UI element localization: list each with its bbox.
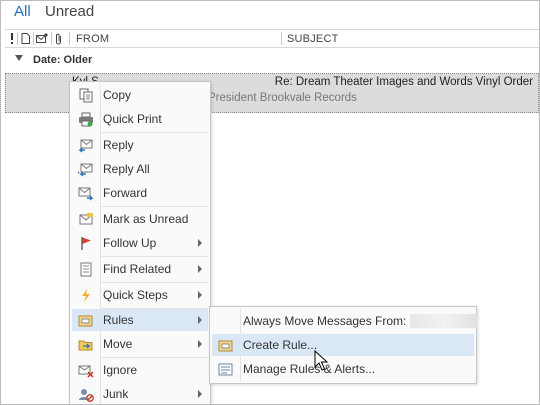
group-header[interactable]: Date: Older [5,51,539,71]
menu-item-move[interactable]: Move [72,333,208,355]
chevron-right-icon [198,340,202,348]
move-folder-icon [77,336,95,352]
menu-item-follow-up[interactable]: Follow Up [72,232,208,254]
chevron-right-icon [198,390,202,398]
collapse-triangle-icon[interactable] [15,55,23,61]
ignore-icon [77,362,95,378]
create-rule-icon [217,337,235,353]
menu-item-forward[interactable]: Forward [72,182,208,204]
tab-unread[interactable]: Unread [45,3,94,20]
item-type-column-icon[interactable] [20,32,30,45]
flag-icon [77,235,95,251]
menu-item-reply[interactable]: Reply [72,134,208,156]
menu-item-create-rule[interactable]: Create Rule... [212,334,474,356]
menu-item-reply-all[interactable]: Reply All [72,158,208,180]
junk-icon [77,386,95,402]
manage-rules-icon [217,361,235,377]
menu-item-quick-print[interactable]: Quick Print [72,108,208,130]
menu-item-manage-rules[interactable]: Manage Rules & Alerts... [212,358,474,380]
email-subject: Re: Dream Theater Images and Words Vinyl… [274,76,533,88]
redacted-sender [410,314,479,328]
column-subject[interactable]: SUBJECT [287,33,339,45]
menu-item-rules[interactable]: Rules [72,309,208,331]
menu-item-always-move[interactable]: Always Move Messages From: [212,310,479,332]
column-header: FROM SUBJECT [5,29,539,48]
reply-all-icon [77,161,95,177]
printer-icon [77,111,95,127]
filter-bar: All Unread [1,1,539,27]
chevron-right-icon [198,316,202,324]
lightning-icon [77,287,95,303]
menu-item-find-related[interactable]: Find Related [72,258,208,280]
copy-icon [77,87,95,103]
chevron-right-icon [198,291,202,299]
forward-icon [77,185,95,201]
importance-column-icon[interactable] [9,32,15,45]
menu-item-mark-unread[interactable]: Mark as Unread [72,208,208,230]
attachment-column-icon[interactable] [54,32,63,45]
menu-item-copy[interactable]: Copy [72,84,208,106]
find-related-icon [77,261,95,277]
menu-item-junk[interactable]: Junk [72,383,208,404]
reply-icon [77,137,95,153]
chevron-right-icon [198,265,202,273]
menu-item-ignore[interactable]: Ignore [72,359,208,381]
envelope-unread-icon [77,211,95,227]
rules-icon [77,312,95,328]
rules-submenu: Always Move Messages From: Create Rule..… [209,306,479,384]
tab-all[interactable]: All [14,3,31,20]
chevron-right-icon [198,239,202,247]
mouse-pointer-icon [314,349,329,375]
group-label: Date: Older [33,54,93,66]
reminder-column-icon[interactable] [35,32,48,45]
menu-item-quick-steps[interactable]: Quick Steps [72,284,208,306]
email-preview: President Brookvale Records [208,92,357,104]
column-from[interactable]: FROM [76,33,109,45]
context-menu: Copy Quick Print Reply Reply All Forward… [69,81,211,404]
mail-list-window: All Unread FROM SUBJECT Date: Older Kyl … [0,0,540,405]
